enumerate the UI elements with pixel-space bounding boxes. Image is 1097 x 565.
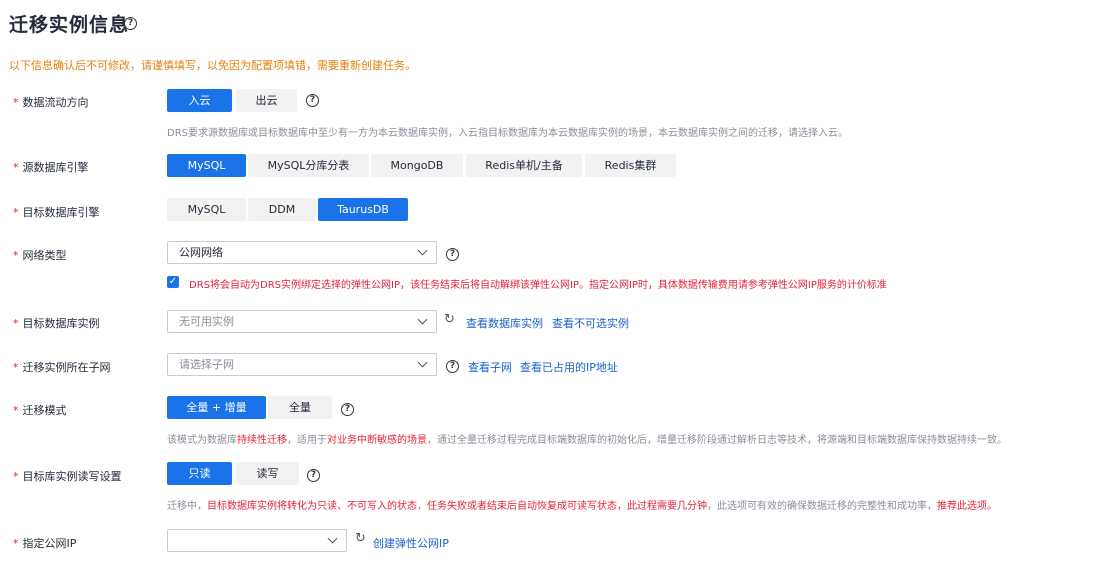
required-icon: * xyxy=(13,161,19,174)
mode-label: * 迁移模式 xyxy=(13,404,67,417)
chevron-down-icon xyxy=(417,245,428,256)
network-select[interactable]: 公网网络 xyxy=(167,241,437,264)
rw-label: * 目标库实例读写设置 xyxy=(13,470,122,483)
network-label: * 网络类型 xyxy=(13,249,67,262)
direction-option-in[interactable]: 入云 xyxy=(167,89,232,112)
help-icon[interactable]: ? xyxy=(124,17,137,30)
chevron-down-icon xyxy=(417,357,428,368)
view-unselectable-instances-link[interactable]: 查看不可选实例 xyxy=(552,315,629,331)
required-icon: * xyxy=(13,96,19,109)
subnet-label: * 迁移实例所在子网 xyxy=(13,361,111,374)
mode-desc: 该模式为数据库持续性迁移，适用于对业务中断敏感的场景，通过全量迁移过程完成目标端… xyxy=(167,435,1007,446)
rw-readonly[interactable]: 只读 xyxy=(167,462,232,485)
public-ip-select[interactable] xyxy=(167,529,347,552)
source-engine-mysql-sharding[interactable]: MySQL分库分表 xyxy=(248,154,369,177)
required-icon: * xyxy=(13,249,19,262)
help-icon[interactable]: ? xyxy=(341,403,354,416)
help-icon[interactable]: ? xyxy=(306,94,319,107)
view-used-ip-link[interactable]: 查看已占用的IP地址 xyxy=(520,359,618,375)
target-instance-select[interactable]: 无可用实例 xyxy=(167,310,437,333)
help-icon[interactable]: ? xyxy=(307,469,320,482)
create-eip-link[interactable]: 创建弹性公网IP xyxy=(373,535,449,551)
rw-desc: 迁移中，目标数据库实例将转化为只读、不可写入的状态，任务失败或者结束后自动恢复成… xyxy=(167,501,997,512)
required-icon: * xyxy=(13,317,19,330)
source-engine-label: * 源数据库引擎 xyxy=(13,161,89,174)
source-engine-mysql[interactable]: MySQL xyxy=(167,154,246,177)
required-icon: * xyxy=(13,361,19,374)
source-engine-redis-standalone[interactable]: Redis单机/主备 xyxy=(466,154,582,177)
direction-option-out[interactable]: 出云 xyxy=(236,89,297,112)
rw-readwrite[interactable]: 读写 xyxy=(236,462,299,485)
source-engine-mongodb[interactable]: MongoDB xyxy=(371,154,463,177)
page-title: 迁移实例信息 xyxy=(9,14,130,36)
notice-text: 以下信息确认后不可修改，请谨慎填写，以免因为配置项填错，需要重新创建任务。 xyxy=(9,59,416,72)
refresh-icon[interactable]: ↻ xyxy=(444,312,455,327)
target-engine-label: * 目标数据库引擎 xyxy=(13,206,100,219)
source-engine-redis-cluster[interactable]: Redis集群 xyxy=(585,154,676,177)
eip-checkbox[interactable]: ✓ xyxy=(167,276,179,288)
refresh-icon[interactable]: ↻ xyxy=(355,531,366,546)
target-engine-taurusdb[interactable]: TaurusDB xyxy=(318,198,408,221)
help-icon[interactable]: ? xyxy=(446,248,459,261)
required-icon: * xyxy=(13,206,19,219)
required-icon: * xyxy=(13,470,19,483)
required-icon: * xyxy=(13,404,19,417)
mode-full[interactable]: 全量 xyxy=(268,396,332,419)
mode-full-incremental[interactable]: 全量 + 增量 xyxy=(167,396,266,419)
public-ip-label: * 指定公网IP xyxy=(13,537,77,550)
target-instance-label: * 目标数据库实例 xyxy=(13,317,100,330)
eip-checkbox-text: DRS将会自动为DRS实例绑定选择的弹性公网IP，该任务结束后将自动解绑该弹性公… xyxy=(189,280,887,291)
target-engine-mysql[interactable]: MySQL xyxy=(167,198,246,221)
view-subnet-link[interactable]: 查看子网 xyxy=(468,359,512,375)
chevron-down-icon xyxy=(417,314,428,325)
chevron-down-icon xyxy=(327,533,338,544)
view-db-instances-link[interactable]: 查看数据库实例 xyxy=(466,315,543,331)
help-icon[interactable]: ? xyxy=(446,360,459,373)
target-engine-ddm[interactable]: DDM xyxy=(248,198,316,221)
direction-desc: DRS要求源数据库或目标数据库中至少有一方为本云数据库实例，入云指目标数据库为本… xyxy=(167,128,848,139)
direction-label: * 数据流动方向 xyxy=(13,96,89,109)
subnet-select[interactable]: 请选择子网 xyxy=(167,353,437,376)
required-icon: * xyxy=(13,537,19,550)
